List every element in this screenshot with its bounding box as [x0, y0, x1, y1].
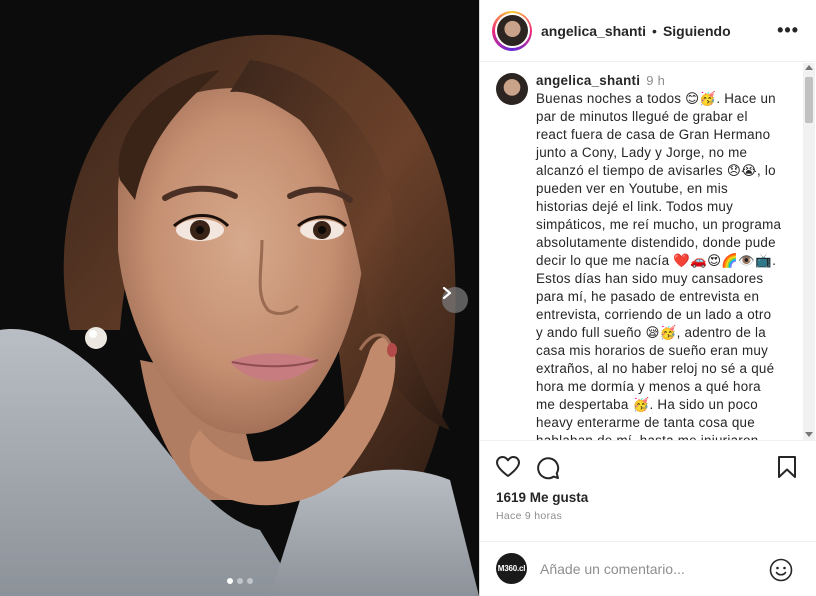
post-photo[interactable]: [0, 0, 479, 596]
carousel-indicator: [0, 578, 479, 584]
carousel-next-button[interactable]: [442, 287, 468, 313]
caption-username[interactable]: angelica_shanti: [536, 73, 640, 88]
header-username[interactable]: angelica_shanti: [541, 23, 646, 39]
post-sidebar: angelica_shanti • Siguiendo ••• angelica…: [479, 0, 816, 596]
post-timestamp[interactable]: Hace 9 horas: [496, 510, 562, 522]
more-options-button[interactable]: •••: [777, 20, 799, 41]
scroll-thumb[interactable]: [805, 77, 813, 123]
header-separator: •: [652, 22, 657, 39]
avatar[interactable]: [492, 10, 532, 51]
bookmark-icon[interactable]: [778, 456, 796, 478]
scroll-down-arrow-icon[interactable]: [805, 432, 813, 437]
smiley-icon[interactable]: [769, 558, 793, 582]
avatar-image: [496, 15, 528, 46]
comment-input[interactable]: [540, 559, 750, 579]
portrait-image: [0, 0, 479, 596]
caption-text: Buenas noches a todos 😊🥳. Hace un par de…: [536, 91, 782, 441]
action-bar: [480, 442, 816, 492]
following-button[interactable]: Siguiendo: [663, 23, 731, 39]
carousel-dot: [226, 578, 233, 584]
likes-count[interactable]: 1619 Me gusta: [496, 490, 588, 505]
commenter-avatar: M360.cl: [496, 553, 527, 584]
caption-section: angelica_shanti 9 h Buenas noches a todos…: [480, 63, 816, 441]
carousel-dot: [246, 578, 253, 584]
chevron-right-icon: [442, 287, 452, 299]
post-header: angelica_shanti • Siguiendo •••: [480, 0, 816, 62]
carousel-dot: [236, 578, 243, 584]
post-dialog: angelica_shanti • Siguiendo ••• angelica…: [0, 0, 816, 596]
heart-icon[interactable]: [496, 456, 520, 478]
comment-composer: M360.cl: [480, 541, 816, 596]
scroll-up-arrow-icon[interactable]: [805, 65, 813, 70]
caption-time: 9 h: [646, 73, 666, 88]
comment-bubble-icon[interactable]: [536, 456, 560, 480]
caption-scrollbar[interactable]: [803, 63, 815, 440]
caption: angelica_shanti 9 h Buenas noches a todos…: [536, 72, 782, 441]
caption-avatar[interactable]: [496, 73, 528, 105]
